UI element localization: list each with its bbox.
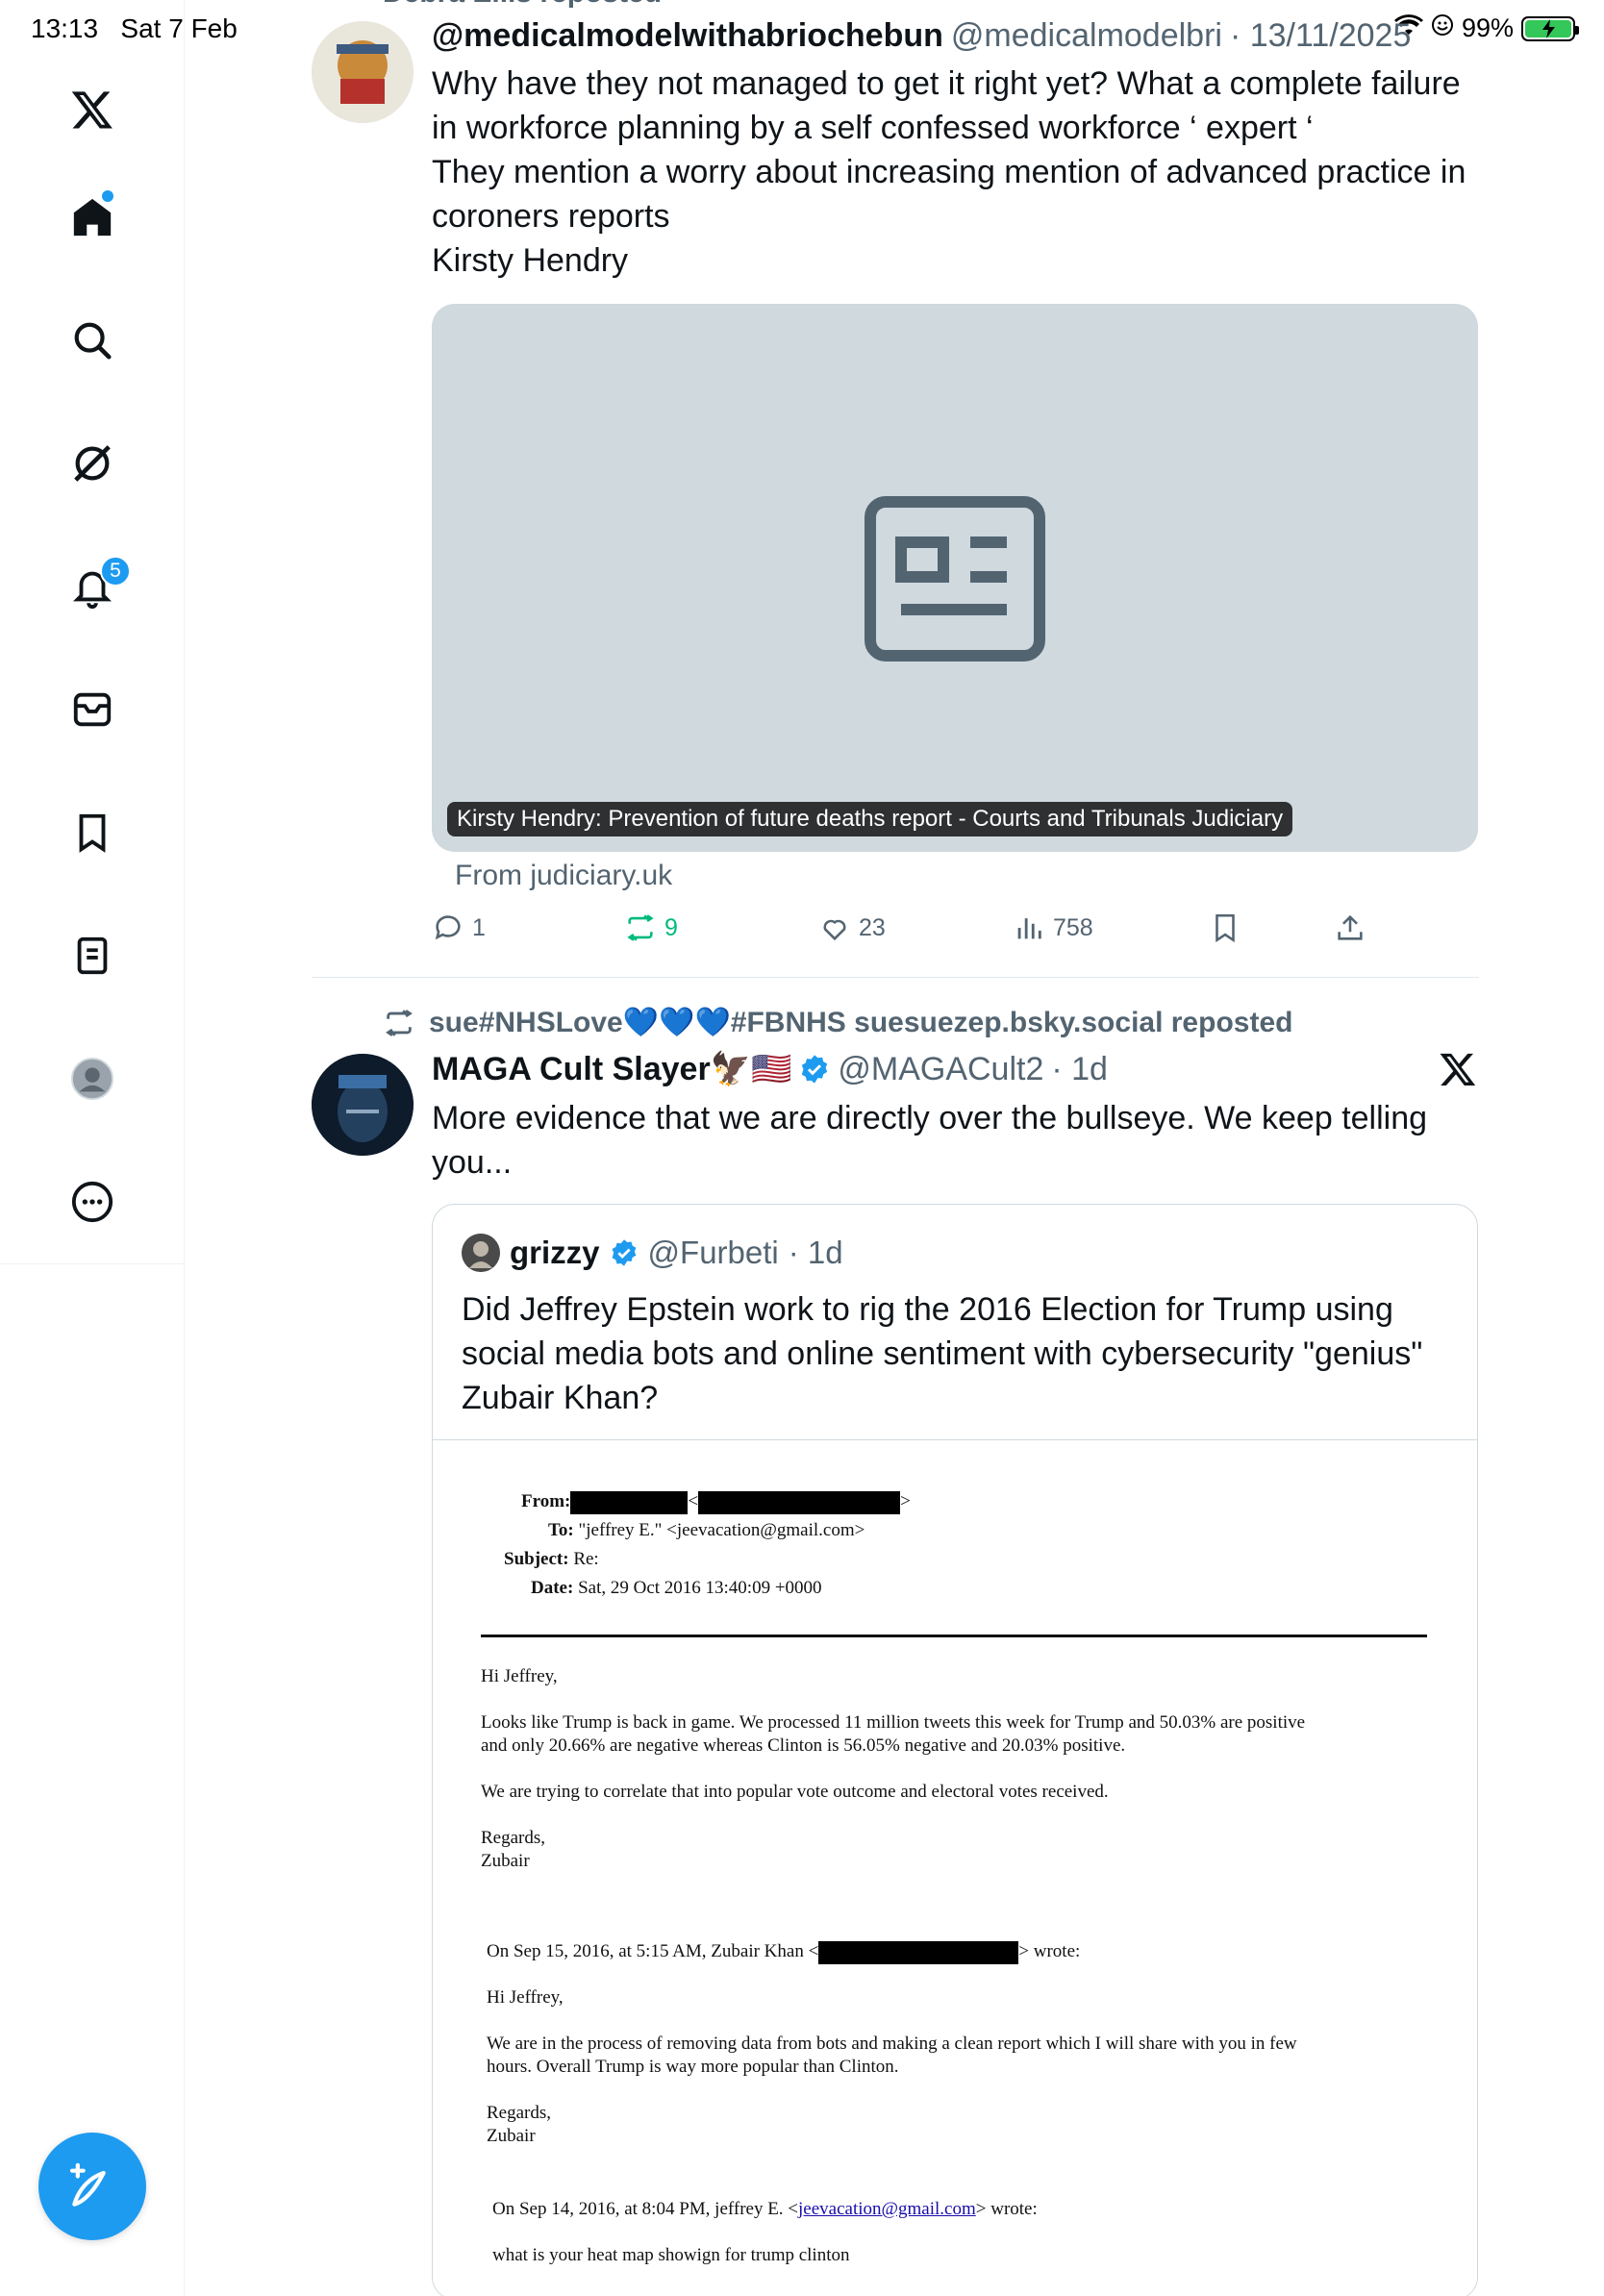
email-greeting: Hi Jeffrey, xyxy=(481,1666,558,1686)
like-button[interactable]: 23 xyxy=(818,911,886,944)
article-placeholder-icon xyxy=(865,496,1045,661)
home-unread-dot xyxy=(102,190,113,202)
tweet1-avatar[interactable] xyxy=(312,21,414,123)
focus-icon xyxy=(1431,13,1454,43)
email-link[interactable]: jeevacation@gmail.com xyxy=(798,2199,976,2219)
x-logo-icon[interactable] xyxy=(65,83,119,137)
repost-button[interactable]: 9 xyxy=(624,911,678,944)
email-screenshot-image[interactable]: From: < > To: "jeffrey E." <jeevacation@gm… xyxy=(433,1439,1477,2296)
views-chart-icon xyxy=(1017,918,1041,939)
tweet2-author-handle[interactable]: @MAGACult2 xyxy=(838,1051,1043,1088)
tweet2-author-name[interactable]: MAGA Cult Slayer🦅🇺🇸 xyxy=(432,1050,791,1088)
reply-count: 1 xyxy=(472,913,486,941)
repost-icon xyxy=(627,914,654,941)
email-header-rule xyxy=(481,1635,1427,1637)
email-paragraph-2: We are trying to correlate that into pop… xyxy=(481,1782,1109,1802)
grok-icon[interactable] xyxy=(65,437,119,490)
lists-icon[interactable] xyxy=(65,929,119,983)
redaction-bar xyxy=(698,1490,901,1514)
bookmark-button[interactable] xyxy=(1209,911,1241,944)
share-button[interactable] xyxy=(1334,911,1366,944)
views-button[interactable]: 758 xyxy=(1013,911,1093,944)
heart-icon xyxy=(823,919,846,941)
repost-indicator: Debra Ellis reposted xyxy=(383,0,662,10)
tweet1-text: Why have they not managed to get it righ… xyxy=(432,65,1466,279)
like-count: 23 xyxy=(859,913,886,941)
repost-count: 9 xyxy=(664,913,678,941)
notifications-badge: 5 xyxy=(100,556,131,586)
view-count: 758 xyxy=(1053,913,1093,941)
tweet1-author-name[interactable]: @medicalmodelwithabriochebun xyxy=(432,17,943,55)
email-paragraph-1: Looks like Trump is back in game. We pro… xyxy=(481,1712,1306,1756)
verified-badge-icon xyxy=(612,1239,636,1266)
quoted-tweet-text: Did Jeffrey Epstein work to rig the 2016… xyxy=(462,1291,1423,1416)
tweet1-header: @medicalmodelwithabriochebun @medicalmod… xyxy=(432,17,1411,55)
tweet1-date[interactable]: · 13/11/2025 xyxy=(1230,17,1411,55)
compose-post-button[interactable] xyxy=(38,2133,146,2240)
email-from-row: From: < > xyxy=(521,1490,911,1514)
search-icon[interactable] xyxy=(65,313,119,367)
email-signoff: Regards, Zubair xyxy=(481,1828,546,1871)
email-signoff-2: Regards, Zubair xyxy=(487,2103,552,2146)
email-subject-row: Subject: Re: xyxy=(504,1549,599,1569)
more-icon[interactable] xyxy=(65,1175,119,1229)
battery-icon xyxy=(1521,15,1579,41)
quoted-author-name[interactable]: grizzy xyxy=(510,1235,600,1271)
sidebar-divider xyxy=(0,1263,185,1264)
bookmark-icon xyxy=(1216,913,1235,943)
card-title: Kirsty Hendry: Prevention of future deat… xyxy=(447,802,1293,836)
quoted-tweet[interactable]: grizzy @Furbeti · 1d Did Jeffrey Epstein… xyxy=(432,1204,1478,2296)
tweet2-avatar[interactable] xyxy=(312,1054,414,1156)
tweet1-actions: 1 9 23 758 xyxy=(432,911,1393,950)
tweet2-text: More evidence that we are directly over … xyxy=(432,1100,1428,1181)
tweet-divider xyxy=(312,977,1479,978)
tweet2-header: MAGA Cult Slayer🦅🇺🇸 @MAGACult2 · 1d xyxy=(432,1050,1108,1088)
redaction-bar xyxy=(818,1940,1019,1964)
quoted-date: · 1d xyxy=(788,1235,843,1270)
email-date-row: Date: Sat, 29 Oct 2016 13:40:09 +0000 xyxy=(531,1578,822,1598)
tweet1-author-handle[interactable]: @medicalmodelbri xyxy=(951,17,1222,55)
email-quote-line-2: On Sep 14, 2016, at 8:04 PM, jeffrey E. … xyxy=(492,2199,1038,2219)
verified-badge-icon xyxy=(802,1055,828,1084)
quoted-author-handle[interactable]: @Furbeti xyxy=(648,1235,779,1271)
email-last-line: what is your heat map showign for trump … xyxy=(492,2245,850,2265)
repost-indicator: sue#NHSLove💙💙💙#FBNHS suesuezep.bsky.soci… xyxy=(383,1006,1292,1039)
x-logo-icon[interactable] xyxy=(1439,1050,1477,1088)
email-greeting-2: Hi Jeffrey, xyxy=(487,1987,564,2008)
messages-icon[interactable] xyxy=(65,683,119,736)
reply-icon xyxy=(435,915,461,940)
quoted-tweet-header: grizzy @Furbeti · 1d xyxy=(462,1234,843,1272)
email-quote-line-1: On Sep 15, 2016, at 5:15 AM, Zubair Khan… xyxy=(487,1940,1080,1964)
email-to-row: To: "jeffrey E." <jeevacation@gmail.com> xyxy=(548,1520,865,1540)
feather-plus-icon xyxy=(69,2162,106,2207)
redaction-bar xyxy=(570,1490,689,1514)
status-indicators: 99% xyxy=(1393,13,1579,43)
battery-percent: 99% xyxy=(1461,13,1514,42)
repost-icon xyxy=(386,1009,413,1036)
share-icon xyxy=(1338,914,1363,940)
bookmarks-icon[interactable] xyxy=(65,806,119,860)
tweet2-date[interactable]: · 1d xyxy=(1051,1051,1108,1088)
reply-button[interactable]: 1 xyxy=(432,911,486,944)
card-source[interactable]: From judiciary.uk xyxy=(455,860,672,892)
email-paragraph-3: We are in the process of removing data f… xyxy=(487,2034,1297,2077)
quoted-author-avatar[interactable] xyxy=(462,1234,500,1272)
profile-avatar-icon[interactable] xyxy=(65,1052,119,1106)
link-preview-card[interactable]: Kirsty Hendry: Prevention of future deat… xyxy=(432,304,1478,852)
sidebar-nav: 5 xyxy=(0,0,185,2296)
